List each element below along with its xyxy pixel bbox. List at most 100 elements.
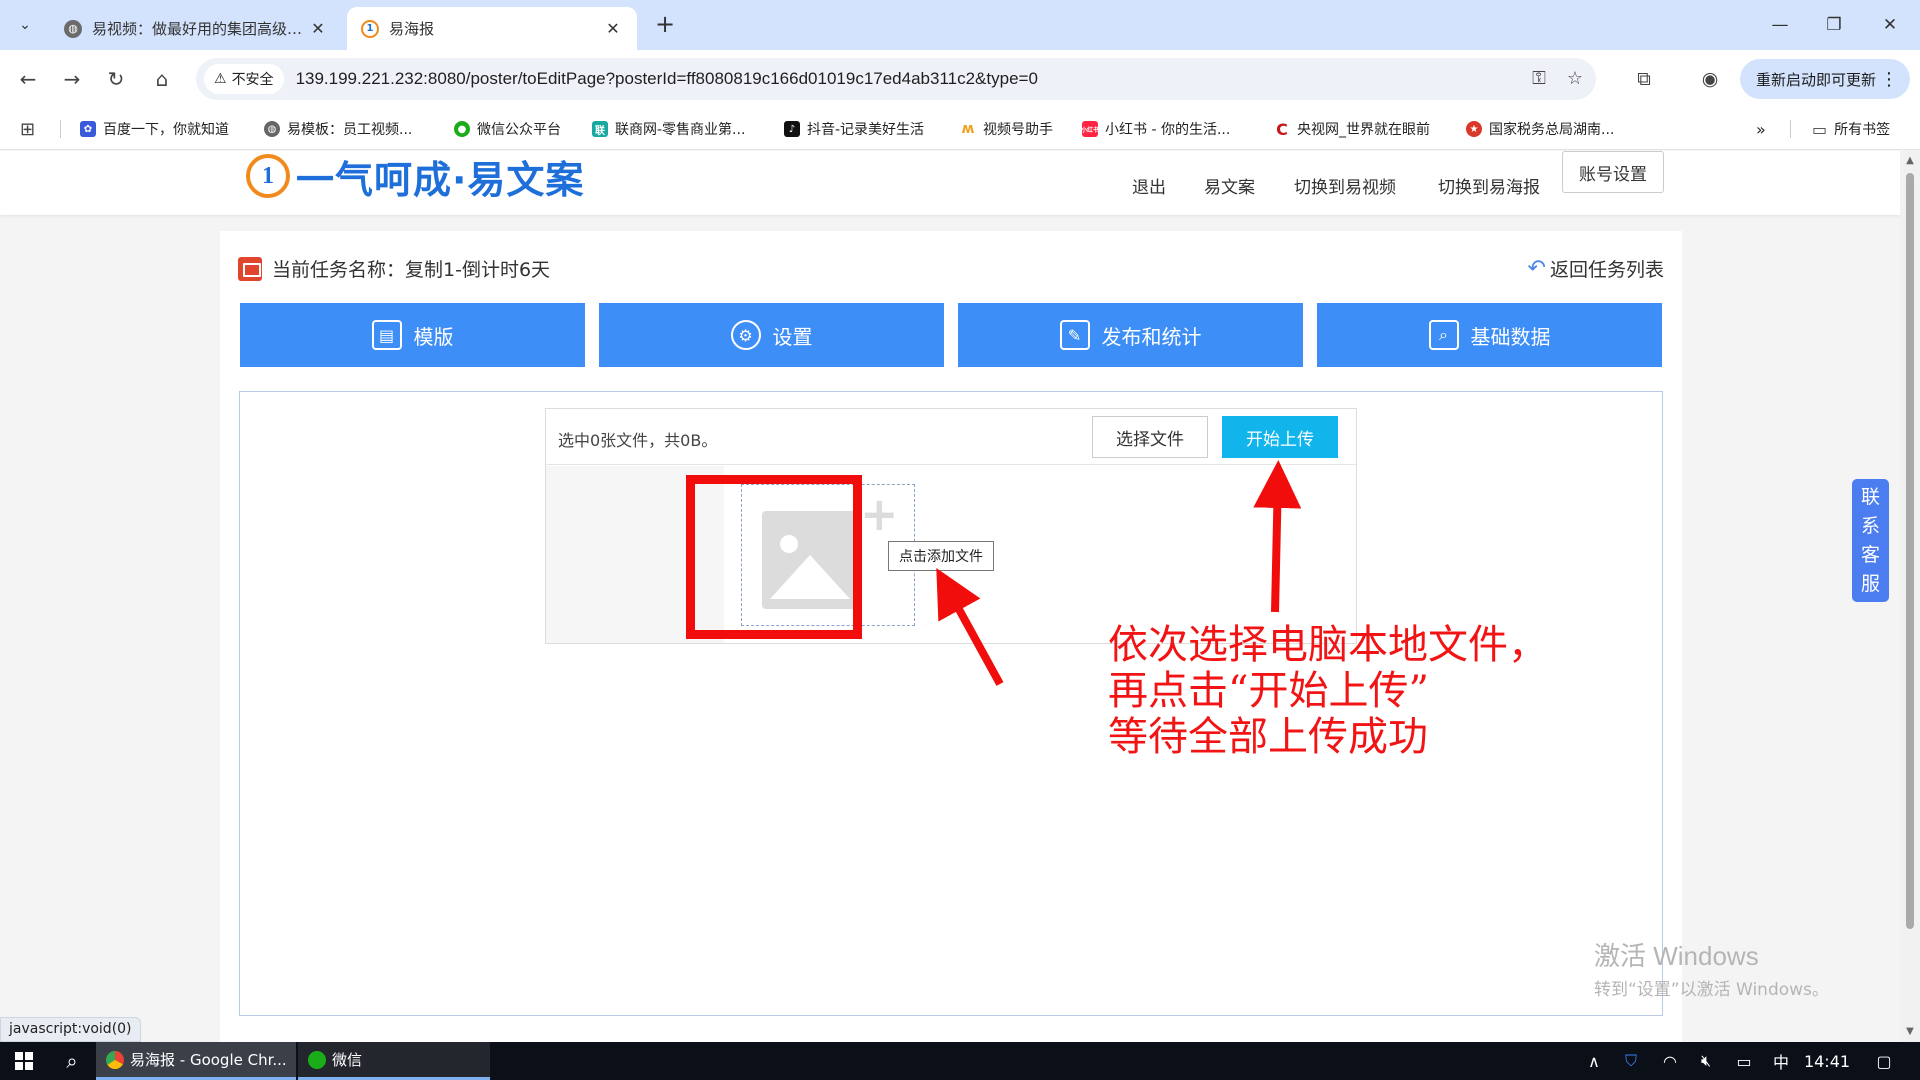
page-scrollbar[interactable]: ▲ ▼ (1900, 151, 1920, 1042)
security-label: 不安全 (231, 72, 274, 88)
scrollbar-thumb[interactable] (1906, 173, 1914, 929)
tab-title: 易视频：做最好用的集团高级营销 (92, 20, 308, 38)
close-window-icon[interactable]: ✕ (1862, 0, 1918, 50)
tray-chevron-up-icon[interactable]: ∧ (1576, 1042, 1612, 1080)
menu-dots-icon: ⋮ (1880, 68, 1898, 90)
update-button[interactable]: 重新启动即可更新 ⋮ (1740, 59, 1910, 99)
nav-logout[interactable]: 退出 (1132, 173, 1166, 198)
nav-yiwenan[interactable]: 易文案 (1204, 173, 1255, 198)
task-name-bar: 当前任务名称：复制1-倒计时6天 (238, 255, 550, 282)
bookmark-star-icon[interactable]: ☆ (1562, 66, 1588, 92)
scroll-down-icon[interactable]: ▼ (1904, 1026, 1916, 1038)
douyin-icon: ♪ (784, 121, 800, 137)
taskbar-chrome[interactable]: 易海报 - Google Chr... (96, 1042, 296, 1080)
home-icon[interactable]: ⌂ (146, 63, 178, 95)
tab-basic-data[interactable]: ⌕ 基础数据 (1317, 303, 1662, 367)
bookmark-yimoban[interactable]: ◍ 易模板：员工视频... (264, 118, 412, 140)
bookmarks-divider (60, 120, 61, 138)
emblem-icon: ★ (1466, 121, 1482, 137)
notifications-icon[interactable]: ▢ (1864, 1042, 1904, 1080)
channels-icon: ʍ (960, 121, 976, 137)
ime-indicator[interactable]: 中 (1764, 1042, 1798, 1080)
apps-grid-icon[interactable]: ⊞ (20, 118, 35, 140)
network-icon[interactable]: ◠ (1652, 1042, 1688, 1080)
nav-switch-yihaibao[interactable]: 切换到易海报 (1438, 173, 1540, 198)
extensions-puzzle-icon[interactable]: ⧉ (1630, 65, 1658, 93)
tab-yishipin[interactable]: ◍ 易视频：做最好用的集团高级营销 ✕ (50, 7, 342, 50)
status-bar-url: javascript:void(0) (0, 1017, 141, 1042)
tab-label: 基础数据 (1470, 324, 1551, 349)
brand[interactable]: 1 一气呵成·易文案 (246, 151, 584, 202)
back-arrow-icon[interactable]: ← (12, 63, 44, 95)
tab-publish-stats[interactable]: ✎ 发布和统计 (958, 303, 1303, 367)
document-search-icon: ⌕ (1428, 320, 1459, 350)
taskbar-wechat[interactable]: 微信 (298, 1042, 490, 1080)
windows-logo-icon (15, 1052, 33, 1070)
uploader-header: 选中0张文件，共0B。 选择文件 开始上传 (546, 409, 1356, 465)
back-to-task-list[interactable]: ↶ 返回任务列表 (1528, 255, 1664, 282)
new-tab-button[interactable]: + (650, 10, 680, 40)
shield-icon[interactable]: ⛉ (1612, 1042, 1650, 1080)
url-text[interactable]: 139.199.221.232:8080/poster/toEditPage?p… (296, 69, 1038, 89)
main-tabs: ▤ 模版 ⚙ 设置 ✎ 发布和统计 ⌕ 基础数据 (240, 303, 1662, 367)
layout-icon: ▤ (371, 320, 402, 350)
uploader-body: + 点击添加文件 (546, 466, 1356, 643)
start-button[interactable] (0, 1042, 48, 1080)
address-bar[interactable]: ⚠ 不安全 139.199.221.232:8080/poster/toEdit… (196, 58, 1596, 100)
linkshop-icon: 联 (592, 121, 608, 137)
edit-task-icon (238, 256, 262, 281)
tab-close-icon[interactable]: ✕ (603, 19, 623, 38)
file-stat: 选中0张文件，共0B。 (558, 431, 718, 450)
customer-service-button[interactable]: 联 系 客 服 (1852, 479, 1889, 602)
restore-icon[interactable]: ❐ (1806, 0, 1862, 50)
globe-icon: ◍ (64, 19, 82, 38)
forward-arrow-icon[interactable]: → (56, 63, 88, 95)
brand-logo-icon: 1 (246, 154, 290, 198)
bookmark-linkshop[interactable]: 联联商网-零售商业第... (592, 118, 745, 140)
highlight-box (686, 475, 862, 639)
tab-title: 易海报 (389, 20, 435, 38)
chrome-icon (106, 1050, 124, 1069)
tab-label: 设置 (772, 324, 813, 349)
bookmarks-more-icon[interactable]: » (1756, 118, 1766, 140)
back-arrow-icon: ↶ (1527, 256, 1546, 281)
tab-label: 发布和统计 (1101, 324, 1202, 349)
bookmark-cctv[interactable]: C 央视网_世界就在眼前 (1274, 118, 1430, 140)
bookmarks-bar: ⊞ ✿ 百度一下，你就知道 ◍ 易模板：员工视频... ● 微信公众平台 联联商网-零… (0, 108, 1920, 150)
bookmark-xiaohongshu[interactable]: 小红书 小红书 - 你的生活... (1081, 118, 1230, 140)
all-bookmarks[interactable]: ▭ 所有书签 (1812, 118, 1890, 140)
reload-icon[interactable]: ↻ (100, 63, 132, 95)
wechat-icon: ● (454, 121, 470, 137)
password-key-icon[interactable]: ⚿ (1526, 66, 1552, 92)
site-header: 1 一气呵成·易文案 退出 易文案 切换到易视频 切换到易海报 账号设置 (0, 151, 1900, 215)
bookmark-channels[interactable]: ʍ 视频号助手 (960, 118, 1053, 140)
start-upload-button[interactable]: 开始上传 (1222, 416, 1338, 458)
choose-file-button[interactable]: 选择文件 (1092, 416, 1208, 458)
nav-switch-yishipin[interactable]: 切换到易视频 (1294, 173, 1396, 198)
bookmark-wechat-mp[interactable]: ● 微信公众平台 (454, 118, 561, 140)
scroll-up-icon[interactable]: ▲ (1904, 155, 1916, 167)
volume-muted-icon[interactable]: 🔇︎ (1688, 1042, 1724, 1080)
profile-icon[interactable]: ◉ (1696, 65, 1724, 93)
update-button-label: 重新启动即可更新 (1756, 70, 1877, 89)
bookmark-baidu[interactable]: ✿ 百度一下，你就知道 (80, 118, 229, 140)
tab-template[interactable]: ▤ 模版 (240, 303, 585, 367)
tab-yihaibao[interactable]: 1 易海报 ✕ (347, 7, 637, 50)
minimize-icon[interactable]: — (1752, 0, 1808, 50)
back-link-label: 返回任务列表 (1549, 259, 1664, 281)
gear-icon: ⚙ (730, 320, 761, 350)
bookmark-douyin[interactable]: ♪ 抖音-记录美好生活 (784, 118, 924, 140)
tab-settings[interactable]: ⚙ 设置 (599, 303, 944, 367)
plus-icon: + (860, 487, 899, 541)
tab-search-chevron-icon[interactable]: ⌄ (8, 8, 42, 42)
bookmark-tax[interactable]: ★ 国家税务总局湖南... (1466, 118, 1614, 140)
search-icon[interactable]: ⌕ (50, 1042, 94, 1080)
site-logo-icon: 1 (361, 19, 379, 38)
tab-close-icon[interactable]: ✕ (308, 19, 328, 38)
battery-icon[interactable]: ▭ (1726, 1042, 1762, 1080)
page-viewport: 1 一气呵成·易文案 退出 易文案 切换到易视频 切换到易海报 账号设置 当前任… (0, 151, 1920, 1042)
account-settings-button[interactable]: 账号设置 (1562, 151, 1664, 193)
clock[interactable]: 14:41 (1800, 1042, 1854, 1080)
warning-triangle-icon: ⚠ (214, 71, 227, 87)
security-chip[interactable]: ⚠ 不安全 (204, 64, 284, 94)
